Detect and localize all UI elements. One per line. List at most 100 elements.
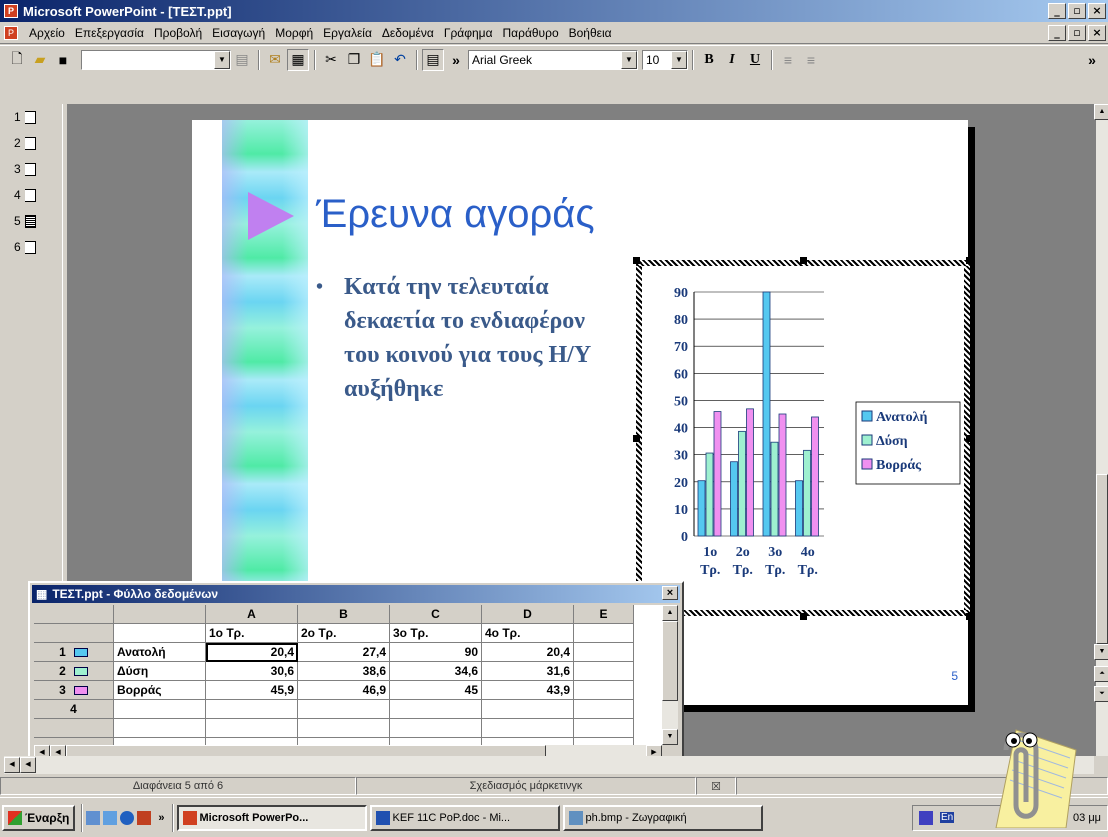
spelling-status-icon[interactable]: ☒ [696, 777, 736, 795]
title-bar[interactable]: P Microsoft PowerPoint - [ΤΕΣΤ.ppt] _ ▫ … [0, 0, 1108, 22]
prev-slide-icon[interactable]: ⏶ [1094, 666, 1108, 682]
empty-cell[interactable] [114, 719, 206, 738]
column-header-E[interactable]: E [574, 605, 634, 624]
menu-item-5[interactable]: Μορφή [270, 26, 318, 40]
ds-vscroll-thumb[interactable] [662, 621, 678, 701]
outline-slide-2[interactable]: 2 [14, 136, 36, 150]
menu-item-2[interactable]: Επεξεργασία [70, 26, 149, 40]
doc-close-button[interactable]: × [1088, 25, 1106, 41]
quicklaunch-more-icon[interactable]: » [158, 812, 164, 824]
series-header-cell[interactable]: 1ο Τρ. [206, 624, 298, 643]
resize-handle-br[interactable] [966, 613, 973, 620]
row-header-2[interactable]: 2 [34, 662, 114, 681]
cut-icon[interactable]: ✂ [320, 49, 342, 71]
channels-icon[interactable] [103, 810, 118, 825]
menu-item-6[interactable]: Εργαλεία [318, 26, 377, 40]
font-select[interactable]: Arial Greek ▼ [468, 49, 638, 70]
taskbar-item-3[interactable]: ph.bmp - Ζωγραφική [562, 804, 763, 831]
empty-cell[interactable] [390, 738, 482, 745]
desktop-icon[interactable] [86, 810, 101, 825]
bar-3-2[interactable] [746, 408, 754, 537]
powerpoint-app-icon[interactable]: P [4, 4, 18, 18]
bar-2-2[interactable] [738, 430, 746, 537]
column-header-D[interactable]: D [482, 605, 574, 624]
resize-handle-t[interactable] [800, 257, 807, 264]
row-header-3[interactable]: 3 [34, 681, 114, 700]
bold-button[interactable]: B [698, 49, 720, 71]
slide-title[interactable]: Έρευνα αγοράς [316, 192, 595, 237]
bar-3-3[interactable] [778, 413, 787, 537]
bar-1-4[interactable] [795, 480, 803, 537]
data-cell[interactable] [574, 662, 634, 681]
empty-cell[interactable] [298, 738, 390, 745]
empty-cell[interactable] [574, 738, 634, 745]
row-label-cell[interactable]: Δύση [114, 662, 206, 681]
empty-cell[interactable] [206, 738, 298, 745]
menu-item-3[interactable]: Προβολή [149, 26, 207, 40]
scroll-thumb[interactable] [1096, 474, 1108, 644]
data-cell[interactable] [574, 643, 634, 662]
resize-handle-tl[interactable] [633, 257, 640, 264]
data-cell[interactable] [574, 681, 634, 700]
data-cell[interactable]: 30,6 [206, 662, 298, 681]
series-header-cell[interactable]: 2ο Τρ. [298, 624, 390, 643]
data-cell[interactable] [390, 700, 482, 719]
doc-restore-button[interactable]: ▫ [1068, 25, 1086, 41]
font-size-select[interactable]: 10 ▼ [642, 49, 688, 70]
datasheet-vscroll[interactable]: ▲ ▼ [662, 605, 678, 745]
toolbar-more-icon[interactable]: » [445, 49, 467, 71]
outline-slide-4[interactable]: 4 [14, 188, 36, 202]
bar-1-3[interactable] [762, 291, 771, 537]
select-all-corner[interactable] [34, 605, 114, 624]
document-icon[interactable]: P [4, 25, 18, 40]
data-cell[interactable]: 38,6 [298, 662, 390, 681]
data-cell[interactable]: 27,4 [298, 643, 390, 662]
empty-cell[interactable] [206, 719, 298, 738]
row-header-4[interactable]: 4 [34, 700, 114, 719]
scroll-down-icon[interactable]: ▼ [1094, 644, 1108, 660]
ds-scroll-down-icon[interactable]: ▼ [662, 729, 678, 745]
data-cell[interactable]: 34,6 [390, 662, 482, 681]
column-header-C[interactable]: C [390, 605, 482, 624]
outline-slide-5[interactable]: 5 [14, 214, 36, 228]
menu-item-8[interactable]: Γράφημα [439, 26, 498, 40]
bar-3-4[interactable] [811, 416, 819, 537]
resize-handle-tr[interactable] [966, 257, 973, 264]
empty-cell[interactable] [482, 738, 574, 745]
outline-slide-1[interactable]: 1 [14, 110, 36, 124]
resize-handle-r[interactable] [966, 435, 973, 442]
empty-cell[interactable] [298, 719, 390, 738]
new-icon[interactable]: 🗋 [6, 49, 28, 71]
object-combo[interactable]: ▼ [81, 49, 231, 70]
office-assistant-clippy[interactable] [966, 710, 1084, 828]
datasheet-close-button[interactable]: × [662, 586, 678, 600]
data-cell[interactable]: 43,9 [482, 681, 574, 700]
empty-cell[interactable] [114, 738, 206, 745]
taskbar-item-2[interactable]: KEF 11C PoP.doc - Mi... [369, 804, 560, 831]
ds-scroll-up-icon[interactable]: ▲ [662, 605, 678, 621]
data-cell[interactable]: 45,9 [206, 681, 298, 700]
by-row-icon[interactable]: ▤ [422, 48, 444, 71]
row-label-cell[interactable] [114, 700, 206, 719]
data-cell[interactable]: 20,4 [482, 643, 574, 662]
outlook-icon[interactable] [137, 810, 152, 825]
antivirus-tray-icon[interactable] [919, 810, 933, 825]
series-header-cell[interactable]: 3ο Τρ. [390, 624, 482, 643]
column-header-B[interactable]: B [298, 605, 390, 624]
close-button[interactable]: × [1088, 3, 1106, 19]
data-cell[interactable]: 45 [390, 681, 482, 700]
empty-cell[interactable] [34, 719, 114, 738]
taskbar-item-1[interactable]: Microsoft PowerPo... [176, 804, 367, 831]
data-cell[interactable]: 31,6 [482, 662, 574, 681]
data-cell[interactable] [482, 700, 574, 719]
datasheet-grid[interactable]: A B C D E 1ο Τρ. 2ο Τρ. 3ο Τρ. 4ο Τρ. 1 Ανατολή 20,… [34, 605, 662, 745]
open-folder-icon[interactable]: ▰ [29, 49, 51, 71]
hscroll-left2-icon[interactable]: ◀ [20, 757, 36, 773]
properties-icon[interactable]: ▤ [231, 49, 253, 71]
row-label-cell[interactable]: Βορράς [114, 681, 206, 700]
bar-2-1[interactable] [705, 452, 714, 537]
copy-icon[interactable]: ❐ [343, 49, 365, 71]
datasheet-title-bar[interactable]: ▦ ΤΕΣΤ.ppt - Φύλλο δεδομένων × [32, 585, 680, 603]
paste-icon[interactable]: 📋 [366, 49, 388, 71]
row-header-blank[interactable] [34, 624, 114, 643]
